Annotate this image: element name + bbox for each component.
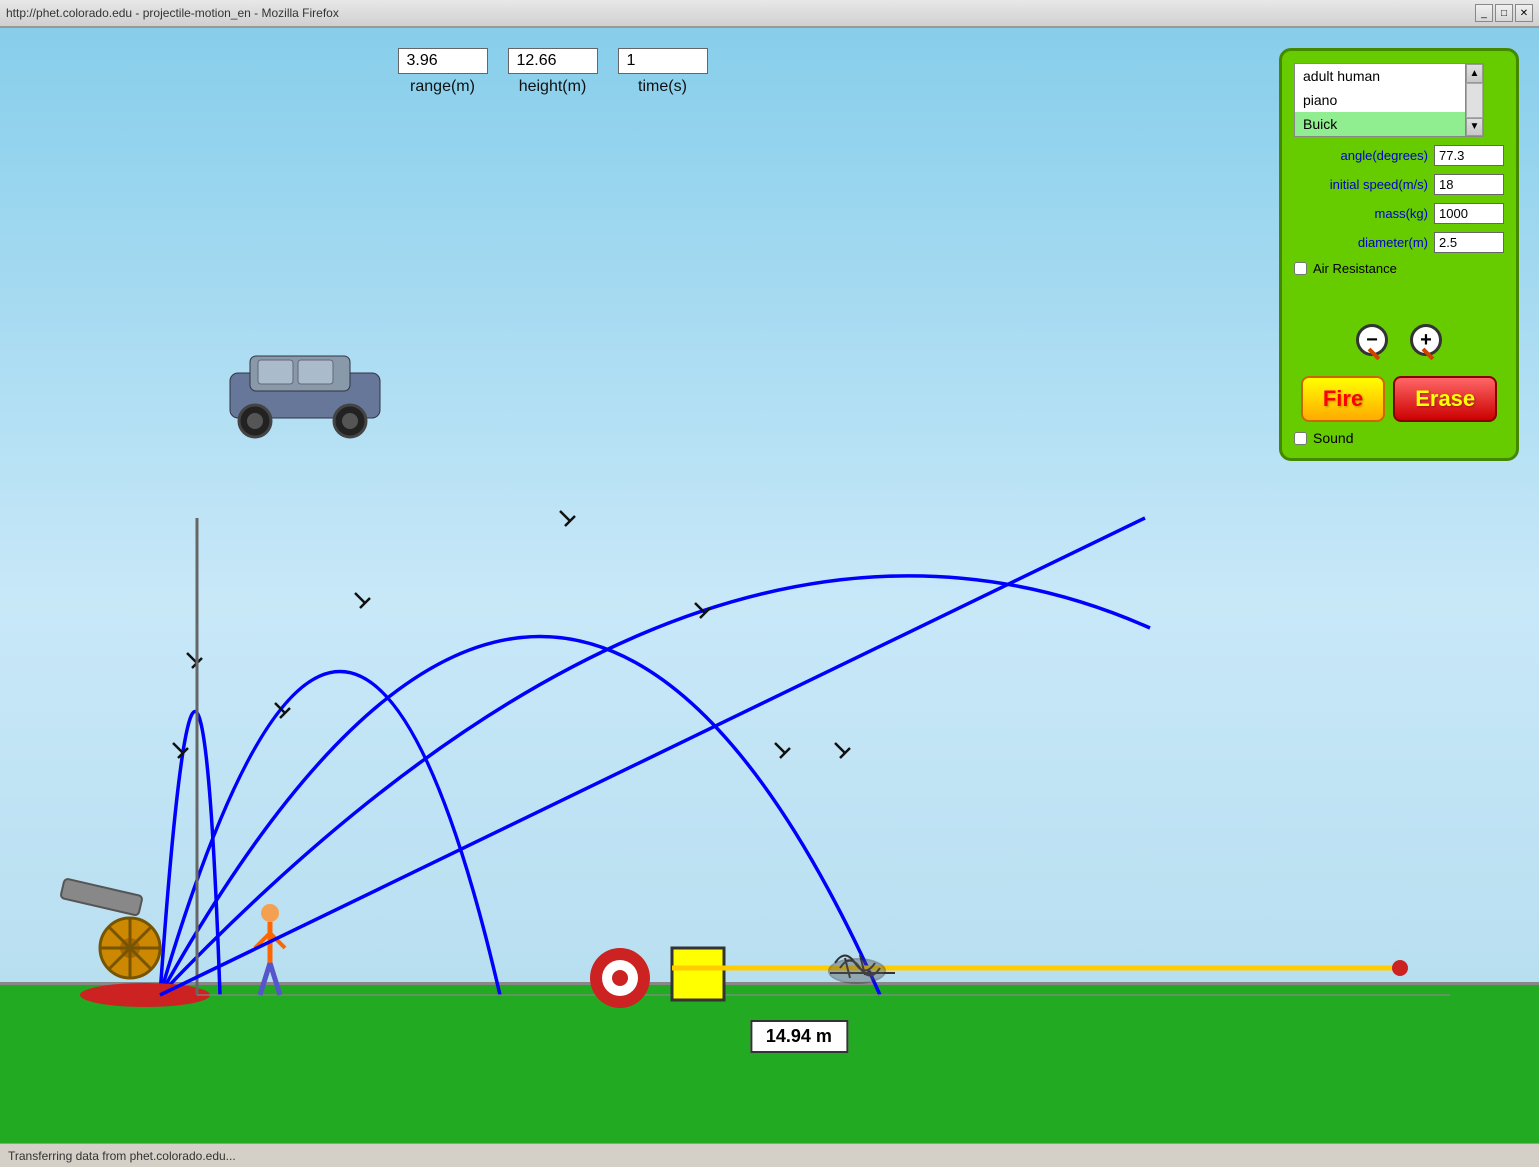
maximize-button[interactable]: □ [1495, 4, 1513, 22]
action-buttons: Fire Erase [1294, 376, 1504, 422]
angle-label: angle(degrees) [1341, 148, 1428, 163]
scroll-up-button[interactable]: ▲ [1466, 64, 1483, 83]
distance-label: 14.94 m [750, 1020, 848, 1053]
projectile-piano[interactable]: piano [1295, 88, 1483, 112]
projectile-adult-human[interactable]: adult human [1295, 64, 1483, 88]
diameter-row: diameter(m) [1294, 232, 1504, 253]
diameter-label: diameter(m) [1358, 235, 1428, 250]
sound-row: Sound [1294, 430, 1504, 446]
status-bar: Transferring data from phet.colorado.edu… [0, 1143, 1539, 1167]
browser-chrome: http://phet.colorado.edu - projectile-mo… [0, 0, 1539, 28]
zoom-out-button[interactable]: − [1350, 318, 1394, 362]
zoom-out-icon: − [1356, 324, 1388, 356]
zoom-area: − + [1294, 318, 1504, 362]
air-resistance-label: Air Resistance [1313, 261, 1397, 276]
height-input[interactable] [508, 48, 598, 74]
scroll-down-button[interactable]: ▼ [1466, 118, 1483, 137]
simulation-container: range(m) height(m) time(s) adult human p… [0, 28, 1539, 1143]
air-resistance-checkbox[interactable] [1294, 262, 1307, 275]
browser-title: http://phet.colorado.edu - projectile-mo… [6, 6, 339, 20]
angle-row: angle(degrees) [1294, 145, 1504, 166]
range-stat: range(m) [398, 48, 488, 96]
speed-row: initial speed(m/s) [1294, 174, 1504, 195]
control-panel: adult human piano Buick ▲ ▼ angle(degree… [1279, 48, 1519, 461]
height-stat: height(m) [508, 48, 598, 96]
projectile-buick[interactable]: Buick [1295, 112, 1483, 136]
close-button[interactable]: ✕ [1515, 4, 1533, 22]
speed-label: initial speed(m/s) [1330, 177, 1428, 192]
angle-input[interactable] [1434, 145, 1504, 166]
air-resistance-row: Air Resistance [1294, 261, 1504, 276]
range-label: range(m) [410, 78, 475, 96]
zoom-in-icon: + [1410, 324, 1442, 356]
range-input[interactable] [398, 48, 488, 74]
mass-row: mass(kg) [1294, 203, 1504, 224]
selector-scrollbar: ▲ ▼ [1465, 64, 1483, 136]
height-label: height(m) [519, 78, 587, 96]
sound-checkbox[interactable] [1294, 432, 1307, 445]
stats-panel: range(m) height(m) time(s) [398, 48, 708, 96]
time-input[interactable] [618, 48, 708, 74]
mass-input[interactable] [1434, 203, 1504, 224]
projectile-selector: adult human piano Buick ▲ ▼ [1294, 63, 1484, 137]
erase-button[interactable]: Erase [1393, 376, 1497, 422]
minimize-button[interactable]: _ [1475, 4, 1493, 22]
time-stat: time(s) [618, 48, 708, 96]
zoom-in-button[interactable]: + [1404, 318, 1448, 362]
ground-line [0, 982, 1539, 985]
time-label: time(s) [638, 78, 687, 96]
mass-label: mass(kg) [1375, 206, 1428, 221]
status-text: Transferring data from phet.colorado.edu… [8, 1149, 236, 1163]
fire-button[interactable]: Fire [1301, 376, 1385, 422]
diameter-input[interactable] [1434, 232, 1504, 253]
speed-input[interactable] [1434, 174, 1504, 195]
sound-label: Sound [1313, 430, 1353, 446]
ground [0, 983, 1539, 1143]
